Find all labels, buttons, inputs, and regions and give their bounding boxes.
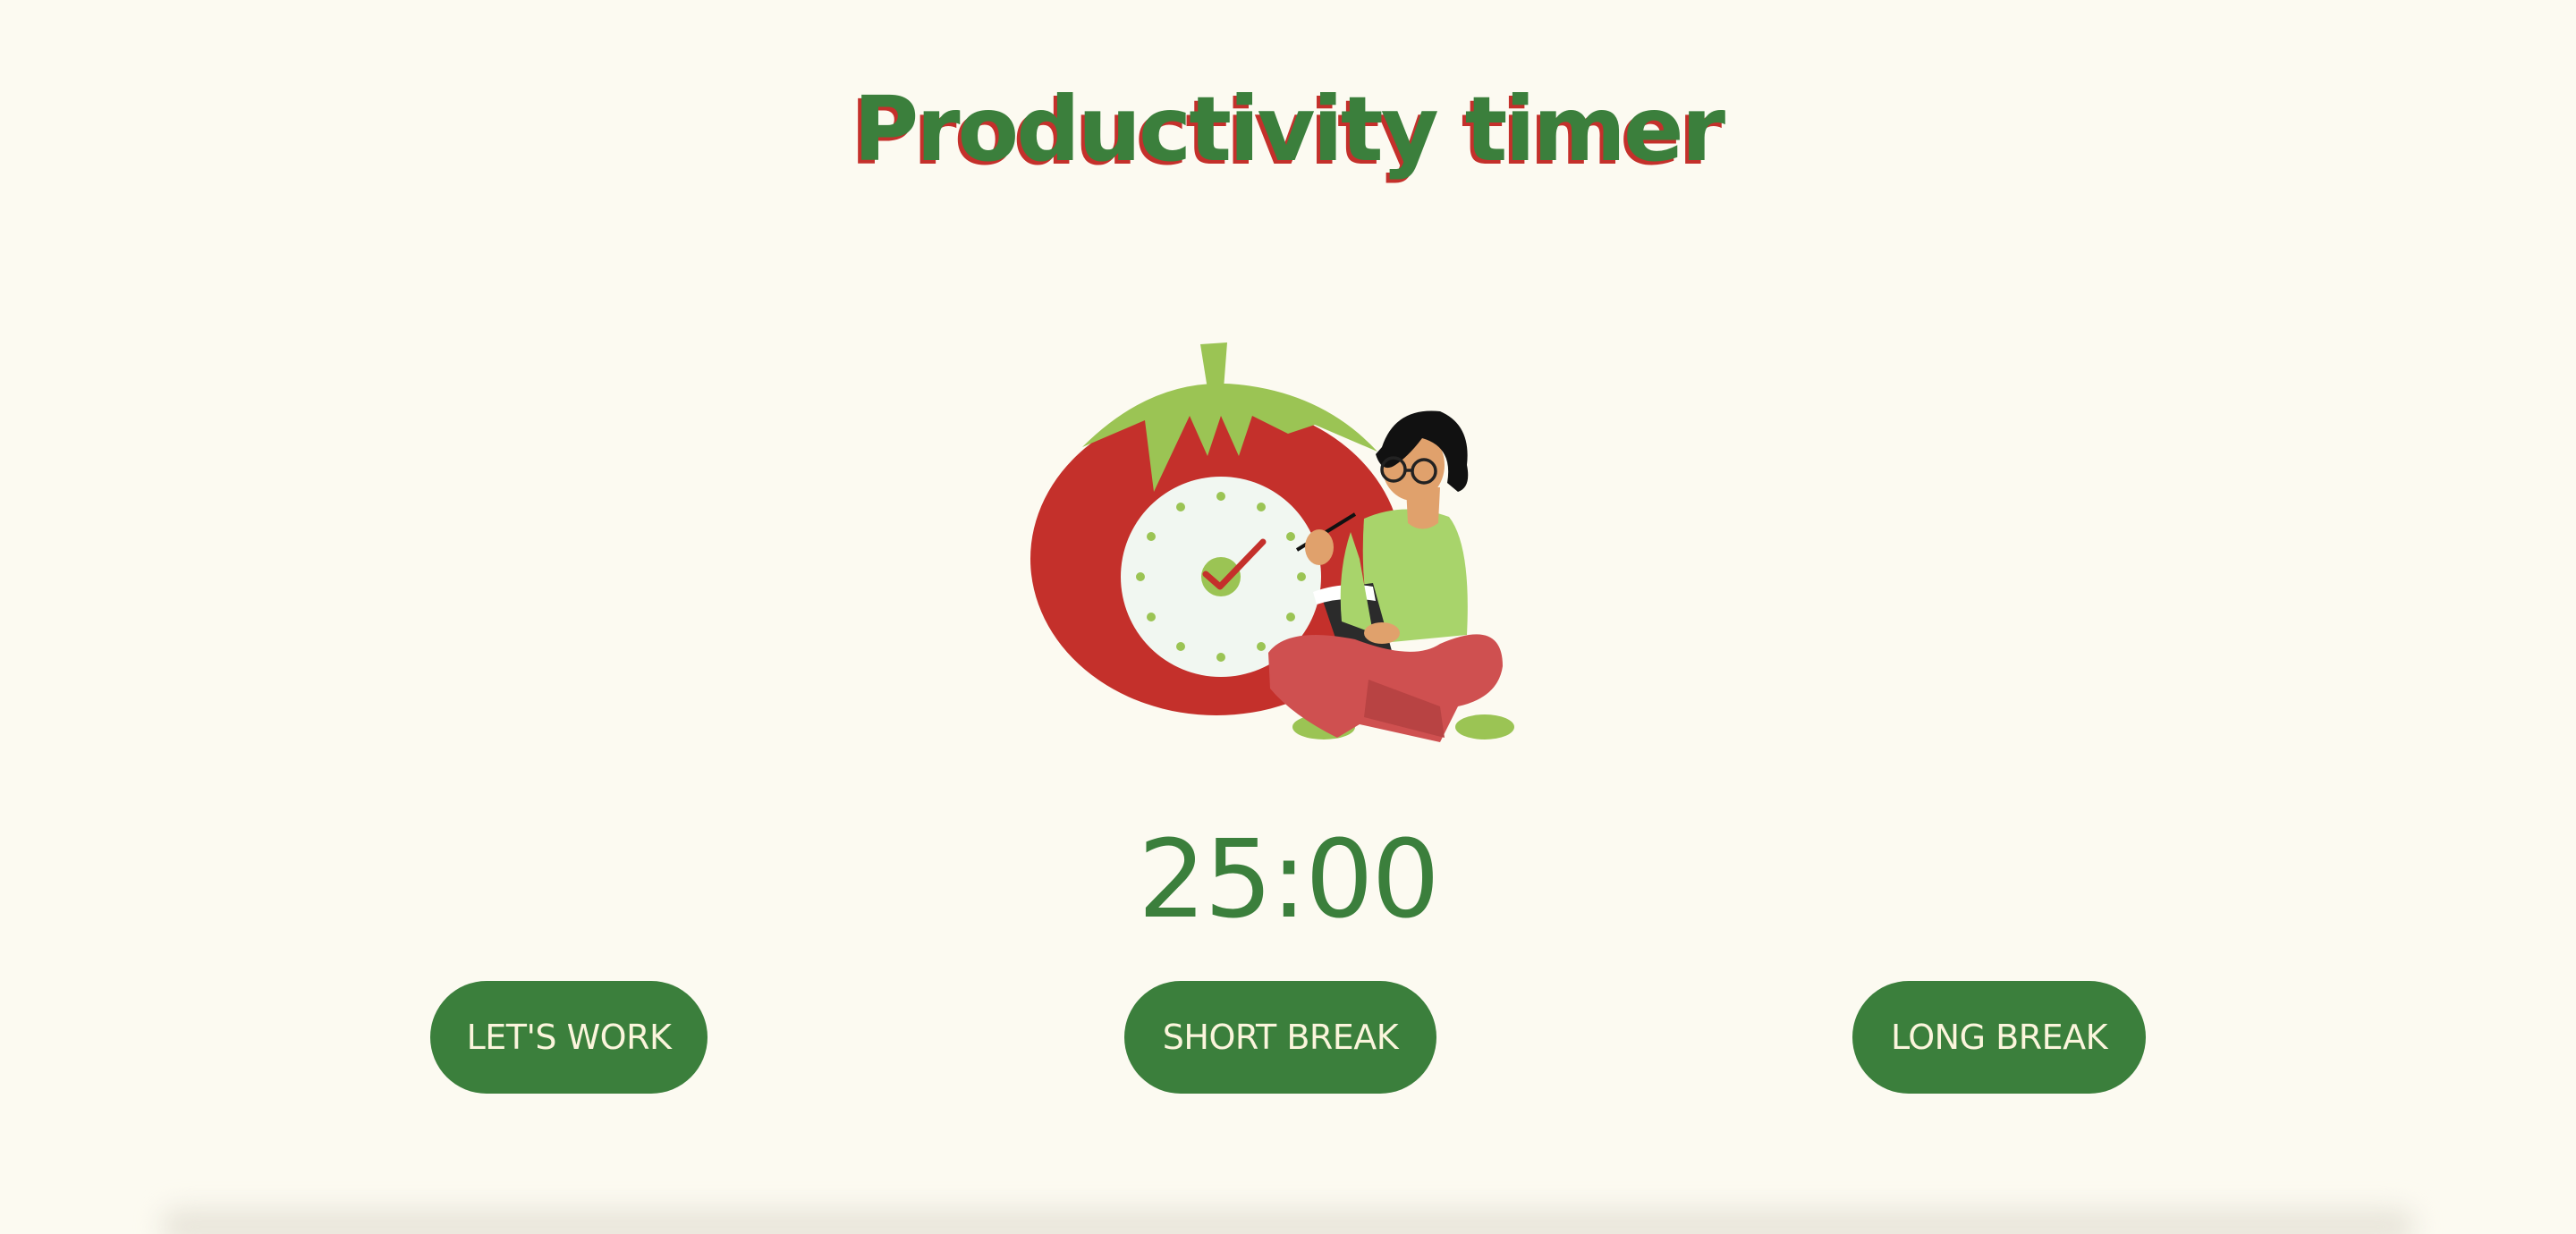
short-break-button[interactable]: SHORT BREAK	[1124, 981, 1436, 1094]
lets-work-button[interactable]: LET'S WORK	[430, 981, 708, 1094]
app-page: Productivity timer 25:00 LET'S WORK SHOR…	[0, 0, 2576, 1234]
person-lower-hand	[1364, 622, 1400, 644]
tomato-clock-illustration	[1020, 340, 1538, 751]
illustration-svg	[1030, 342, 1514, 742]
person-hand	[1305, 529, 1334, 565]
person-right-foot	[1455, 714, 1514, 740]
tomato-stem	[1200, 342, 1227, 389]
long-break-button[interactable]: LONG BREAK	[1852, 981, 2146, 1094]
page-title: Productivity timer	[852, 77, 1725, 182]
timer-display: 25:00	[1138, 818, 1440, 942]
bottom-shadow	[161, 1209, 2415, 1234]
